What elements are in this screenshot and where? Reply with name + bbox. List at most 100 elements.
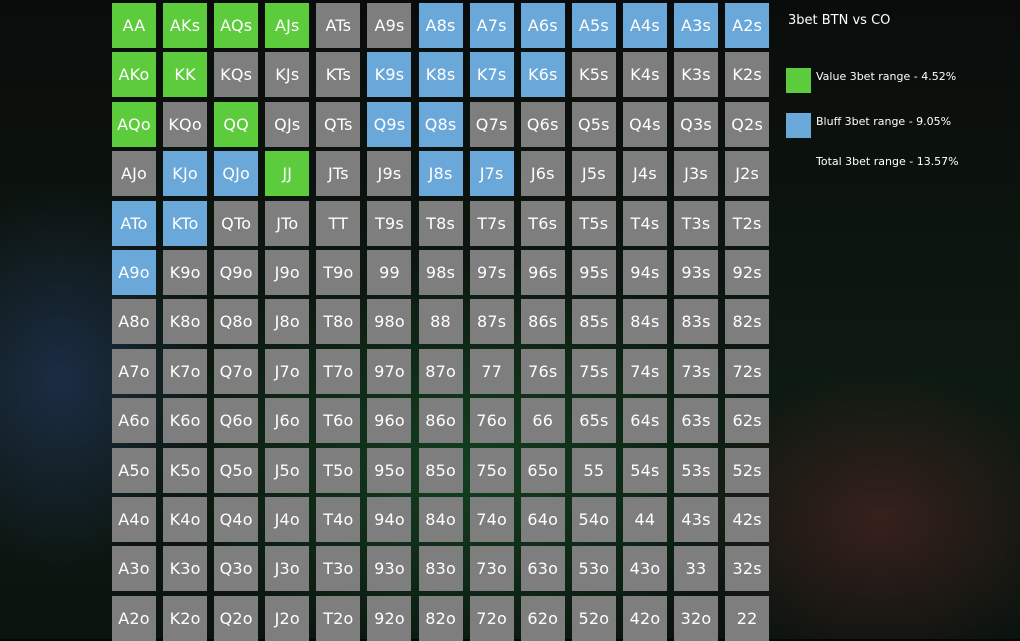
hand-cell: T6o	[316, 398, 361, 444]
hand-cell: KTo	[163, 200, 208, 246]
hand-cell: KJs	[265, 52, 310, 98]
hand-cell: ATs	[316, 3, 361, 48]
hand-cell: 94s	[622, 249, 667, 295]
hand-cell: Q5o	[214, 447, 259, 493]
hand-cell: J9s	[367, 151, 412, 197]
hand-cell: 55	[571, 447, 616, 493]
hand-cell: A4s	[622, 3, 667, 48]
hand-cell: J6o	[265, 398, 310, 444]
hand-cell: A2o	[112, 595, 156, 641]
hand-cell: T2o	[316, 595, 361, 641]
hand-cell: QJs	[265, 101, 310, 147]
hand-cell: JTo	[265, 200, 310, 246]
hand-cell: K5s	[571, 52, 616, 98]
hand-cell: 83o	[418, 546, 463, 592]
hand-cell: A3o	[112, 546, 156, 592]
hand-cell: Q8o	[214, 299, 259, 345]
hand-cell: T5o	[316, 447, 361, 493]
hand-cell: 43s	[674, 496, 719, 542]
hand-cell: 96o	[367, 398, 412, 444]
hand-cell: A9s	[367, 3, 412, 48]
hand-cell: A7s	[469, 3, 514, 48]
hand-cell: J4o	[265, 496, 310, 542]
hand-cell: 72s	[725, 348, 770, 394]
hand-range-grid: AA AKs AQs AJs ATs A9s A8s A7s A6s A5s A4s A3s A2s AK…	[112, 3, 770, 641]
hand-cell: T9o	[316, 249, 361, 295]
hand-cell: K3s	[674, 52, 719, 98]
hand-cell: 74o	[469, 496, 514, 542]
hand-cell: J8s	[418, 151, 463, 197]
hand-cell: A8o	[112, 299, 156, 345]
hand-cell: 99	[367, 249, 412, 295]
hand-cell: Q7o	[214, 348, 259, 394]
hand-cell: J2o	[265, 595, 310, 641]
hand-cell: AQo	[112, 101, 156, 147]
hand-cell: AKo	[112, 52, 156, 98]
hand-cell: 93o	[367, 546, 412, 592]
hand-cell: 83s	[674, 299, 719, 345]
hand-cell: 43o	[622, 546, 667, 592]
hand-cell: T9s	[367, 200, 412, 246]
hand-cell: 97s	[469, 249, 514, 295]
hand-cell: 32o	[674, 595, 719, 641]
hand-cell: A7o	[112, 348, 156, 394]
hand-cell: 76o	[469, 398, 514, 444]
hand-cell: J6s	[520, 151, 565, 197]
hand-cell: A2s	[725, 3, 770, 48]
hand-cell: Q4s	[622, 101, 667, 147]
hand-cell: T8o	[316, 299, 361, 345]
hand-cell: 65o	[520, 447, 565, 493]
hand-cell: 82s	[725, 299, 770, 345]
hand-cell: T4o	[316, 496, 361, 542]
hand-cell: 95s	[571, 249, 616, 295]
hand-cell: 63o	[520, 546, 565, 592]
hand-cell: AQs	[214, 3, 259, 48]
hand-cell: 73o	[469, 546, 514, 592]
hand-cell: Q3o	[214, 546, 259, 592]
hand-cell: Q2s	[725, 101, 770, 147]
hand-cell: J9o	[265, 249, 310, 295]
hand-cell: 54s	[622, 447, 667, 493]
hand-cell: ATo	[112, 200, 156, 246]
hand-cell: QJo	[214, 151, 259, 197]
hand-cell: T5s	[571, 200, 616, 246]
hand-cell: KJo	[163, 151, 208, 197]
hand-cell: K8s	[418, 52, 463, 98]
hand-cell: Q7s	[469, 101, 514, 147]
hand-cell: K6o	[163, 398, 208, 444]
hand-cell: 85s	[571, 299, 616, 345]
hand-cell: KQo	[163, 101, 208, 147]
hand-cell: 52s	[725, 447, 770, 493]
hand-cell: 54o	[571, 496, 616, 542]
hand-cell: 95o	[367, 447, 412, 493]
hand-cell: 87s	[469, 299, 514, 345]
hand-cell: K3o	[163, 546, 208, 592]
hand-cell: T7s	[469, 200, 514, 246]
value-range-label: Value 3bet range - 4.52%	[816, 70, 957, 83]
hand-cell: K4s	[622, 52, 667, 98]
total-range-label: Total 3bet range - 13.57%	[816, 155, 959, 168]
hand-cell: 76s	[520, 348, 565, 394]
hand-cell: AA	[112, 3, 156, 48]
bluff-range-label: Bluff 3bet range - 9.05%	[816, 115, 952, 128]
hand-cell: K8o	[163, 299, 208, 345]
hand-cell: A3s	[674, 3, 719, 48]
hand-cell: J7s	[469, 151, 514, 197]
hand-cell: T4s	[622, 200, 667, 246]
hand-cell: J5o	[265, 447, 310, 493]
hand-cell: JTs	[316, 151, 361, 197]
hand-cell: 86o	[418, 398, 463, 444]
hand-cell: 97o	[367, 348, 412, 394]
hand-cell: Q6o	[214, 398, 259, 444]
hand-cell: AJs	[265, 3, 310, 48]
hand-cell: 53o	[571, 546, 616, 592]
hand-cell: Q4o	[214, 496, 259, 542]
hand-cell: K5o	[163, 447, 208, 493]
hand-cell: Q6s	[520, 101, 565, 147]
hand-cell: QTs	[316, 101, 361, 147]
hand-cell: 72o	[469, 595, 514, 641]
hand-cell: K2s	[725, 52, 770, 98]
hand-cell: A9o	[112, 249, 156, 295]
hand-cell: J8o	[265, 299, 310, 345]
legend-item-value: Value 3bet range - 4.52%	[786, 68, 956, 93]
